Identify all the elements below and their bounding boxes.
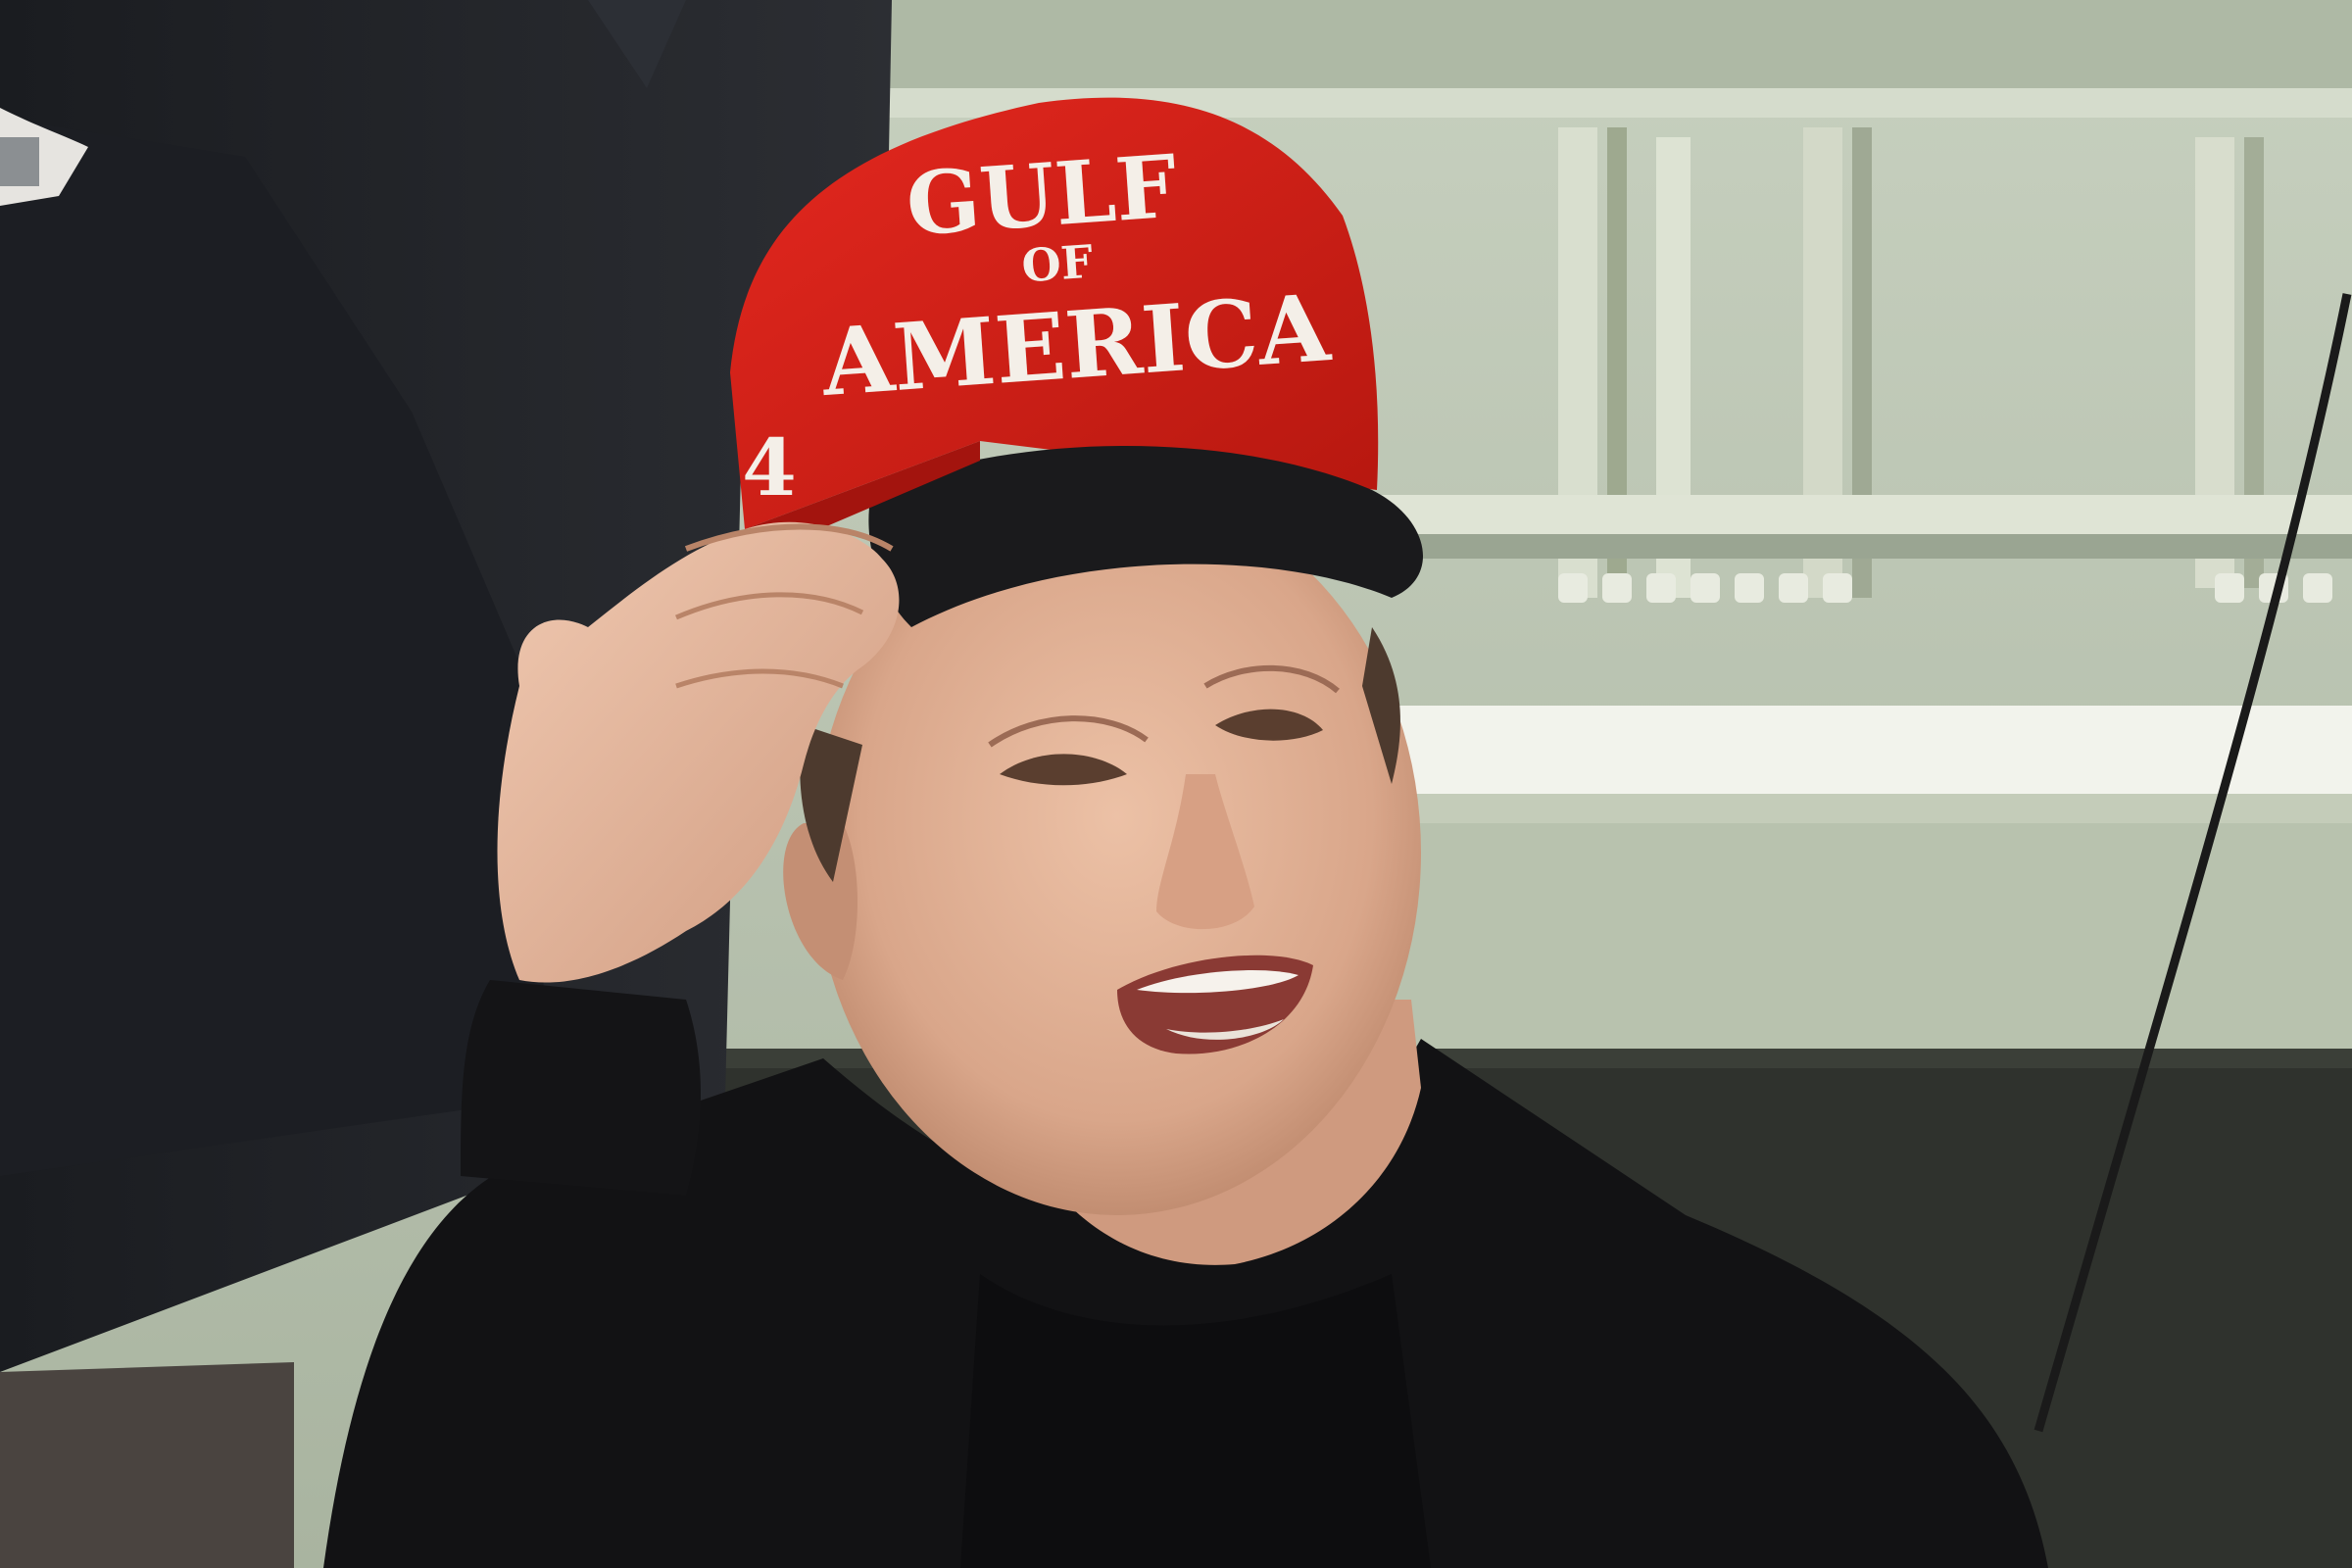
cap-line-2: OF — [1020, 235, 1096, 293]
photo-canvas: GULF OF AMERICA 4 — [0, 0, 2352, 1568]
raised-arm-sleeve — [461, 980, 701, 1196]
chair-back — [0, 1362, 294, 1568]
cap-side-numeral: 4 — [742, 421, 797, 514]
photo-scene: GULF OF AMERICA 4 — [0, 0, 2352, 1568]
